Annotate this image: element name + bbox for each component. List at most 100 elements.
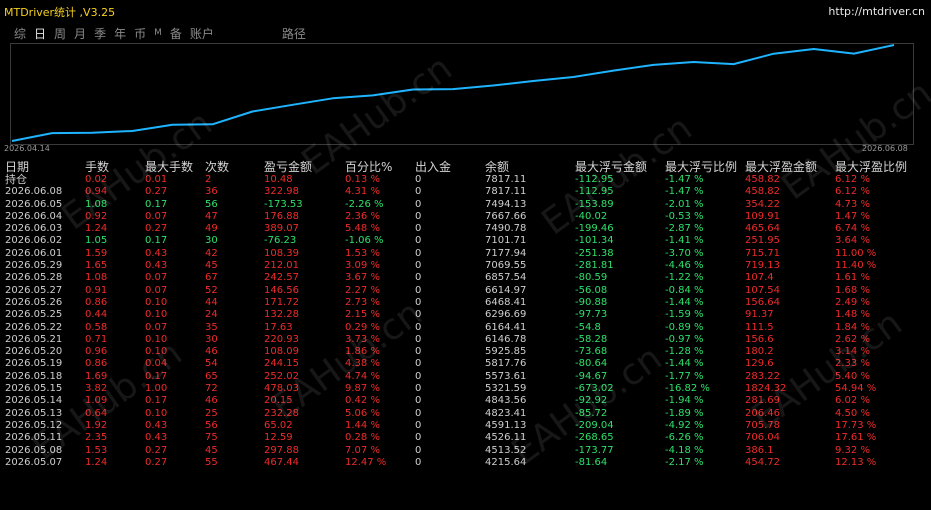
table-row[interactable]: 2026.05.26 0.86 0.10 44 171.72 2.73 % 0 6468.41…	[0, 297, 931, 309]
table-row[interactable]: 2026.05.18 1.69 0.17 65 252.02 4.74 % 0 5573.61…	[0, 371, 931, 383]
row-max-floating-profit: 156.6	[745, 333, 774, 345]
row-pnl: 242.57	[264, 272, 299, 284]
table-row[interactable]: 2026.05.07 1.24 0.27 55 467.44 12.47 % 0 4215.6…	[0, 457, 931, 469]
row-deposit-withdraw: 0	[415, 444, 422, 456]
row-max-floating-profit-pct: 6.12 %	[835, 186, 870, 198]
row-count: 45	[205, 444, 218, 456]
row-max-drawdown: -73.68	[575, 346, 608, 358]
row-pnl: 108.09	[264, 346, 299, 358]
table-row[interactable]: 2026.05.25 0.44 0.10 24 132.28 2.15 % 0 6296.69…	[0, 309, 931, 321]
table-row[interactable]: 2026.06.04 0.92 0.07 47 176.88 2.36 % 0 7667.66…	[0, 211, 931, 223]
table-row[interactable]: 2026.05.28 1.08 0.07 67 242.57 3.67 % 0 6857.54…	[0, 272, 931, 284]
table-row[interactable]: 2026.05.12 1.92 0.43 56 65.02 1.44 % 0 4591.13 -…	[0, 420, 931, 432]
header-count: 次数	[205, 160, 230, 174]
holding-row[interactable]: 持仓 0.02 0.01 2 10.48 0.13 % 0 7817.11 -1…	[0, 174, 931, 186]
header-max-floating-profit: 最大浮盈金额	[745, 160, 818, 174]
row-max-drawdown: -101.34	[575, 235, 614, 247]
row-lots: 0.58	[85, 321, 108, 333]
row-balance: 4526.11	[485, 432, 527, 444]
row-max-lots: 0.10	[145, 309, 168, 321]
row-count: 72	[205, 383, 218, 395]
table-row[interactable]: 2026.06.03 1.24 0.27 49 389.07 5.48 % 0 7490.78…	[0, 223, 931, 235]
table-row[interactable]: 2026.05.15 3.82 1.00 72 478.03 9.87 % 0 5321.59…	[0, 383, 931, 395]
row-pnl: 389.07	[264, 223, 299, 235]
row-balance: 4215.64	[485, 456, 527, 468]
row-count: 56	[205, 419, 218, 431]
table-row[interactable]: 2026.06.08 0.94 0.27 36 322.98 4.31 % 0 7817.11…	[0, 186, 931, 198]
row-pnl: 212.01	[264, 260, 299, 272]
row-lots: 1.08	[85, 272, 108, 284]
table-row[interactable]: 2026.05.21 0.71 0.10 30 220.93 3.73 % 0 6146.78…	[0, 334, 931, 346]
row-max-lots: 0.07	[145, 210, 168, 222]
table-row[interactable]: 2026.05.13 0.64 0.10 25 232.28 5.06 % 0 4823.41…	[0, 408, 931, 420]
row-max-drawdown-pct: -4.92 %	[665, 419, 704, 431]
table-row[interactable]: 2026.05.14 1.09 0.17 46 20.15 0.42 % 0 4843.56 -…	[0, 395, 931, 407]
row-count: 49	[205, 223, 218, 235]
row-lots: 1.59	[85, 247, 108, 259]
row-pnl: 171.72	[264, 296, 299, 308]
row-deposit-withdraw: 0	[415, 210, 422, 222]
table-row[interactable]: 2026.05.29 1.65 0.43 45 212.01 3.09 % 0 7069.55…	[0, 260, 931, 272]
table-row[interactable]: 2026.06.01 1.59 0.43 42 108.39 1.53 % 0 7177.94…	[0, 248, 931, 260]
row-pnl: 132.28	[264, 309, 299, 321]
site-url-link[interactable]: http://mtdriver.cn	[828, 5, 925, 18]
row-pnl: 12.59	[264, 432, 293, 444]
tab-account[interactable]: 账户	[190, 25, 214, 41]
row-max-drawdown-pct: -4.46 %	[665, 260, 704, 272]
tab-path[interactable]: 路径	[282, 25, 306, 41]
row-max-drawdown: -81.64	[575, 456, 608, 468]
row-max-floating-profit: 156.64	[745, 296, 780, 308]
table-row[interactable]: 2026.06.02 1.05 0.17 30 -76.23 -1.06 % 0 7101.7…	[0, 235, 931, 247]
row-max-drawdown: -85.72	[575, 407, 608, 419]
row-max-floating-profit-pct: 2.33 %	[835, 358, 870, 370]
table-row[interactable]: 2026.06.05 1.08 0.17 56 -173.53 -2.26 % 0 7494.…	[0, 199, 931, 211]
row-max-drawdown: -40.02	[575, 210, 608, 222]
period-tabs: 综 日 周 月 季 年 币 M 备 账户 路径	[14, 25, 314, 41]
row-pct: 1.86 %	[345, 346, 380, 358]
row-deposit-withdraw: 0	[415, 407, 422, 419]
row-pnl: 467.44	[264, 456, 299, 468]
row-deposit-withdraw: 0	[415, 419, 422, 431]
row-balance: 5573.61	[485, 370, 527, 382]
row-pct: 1.53 %	[345, 247, 380, 259]
row-balance: 6614.97	[485, 284, 527, 296]
tab-daily[interactable]: 日	[34, 25, 46, 41]
table-row[interactable]: 2026.05.08 1.53 0.27 45 297.88 7.07 % 0 4513.52…	[0, 445, 931, 457]
row-pct: 5.06 %	[345, 407, 380, 419]
row-pnl: 322.98	[264, 186, 299, 198]
tab-weekly[interactable]: 周	[54, 25, 66, 41]
row-deposit-withdraw: 0	[415, 333, 422, 345]
table-row[interactable]: 2026.05.27 0.91 0.07 52 146.56 2.27 % 0 6614.97…	[0, 285, 931, 297]
row-balance: 5321.59	[485, 383, 527, 395]
table-row[interactable]: 2026.05.20 0.96 0.10 46 108.09 1.86 % 0 5925.85…	[0, 346, 931, 358]
row-lots: 3.82	[85, 383, 108, 395]
row-pnl: -173.53	[264, 198, 303, 210]
tab-summary[interactable]: 综	[14, 25, 26, 41]
table-row[interactable]: 2026.05.19 0.86 0.04 54 244.15 4.38 % 0 5817.76…	[0, 358, 931, 370]
row-deposit-withdraw: 0	[415, 247, 422, 259]
table-row[interactable]: 2026.05.11 2.35 0.43 75 12.59 0.28 % 0 4526.11 -…	[0, 432, 931, 444]
tab-yearly[interactable]: 年	[114, 25, 126, 41]
tab-monthly[interactable]: 月	[74, 25, 86, 41]
tab-notes[interactable]: 备	[170, 25, 182, 41]
tab-m[interactable]: M	[154, 25, 162, 41]
row-max-floating-profit: 706.04	[745, 432, 780, 444]
row-max-floating-profit-pct: 5.40 %	[835, 370, 870, 382]
header-deposit-withdraw: 出入金	[415, 160, 452, 174]
tab-currency[interactable]: 币	[134, 25, 146, 41]
table-row[interactable]: 2026.05.22 0.58 0.07 35 17.63 0.29 % 0 6164.41 -…	[0, 322, 931, 334]
row-max-drawdown-pct: -1.41 %	[665, 235, 704, 247]
row-deposit-withdraw: 0	[415, 456, 422, 468]
row-deposit-withdraw: 0	[415, 186, 422, 198]
row-max-drawdown: -268.65	[575, 432, 614, 444]
tab-quarterly[interactable]: 季	[94, 25, 106, 41]
row-lots: 1.65	[85, 260, 108, 272]
row-deposit-withdraw: 0	[415, 235, 422, 247]
row-count: 56	[205, 198, 218, 210]
stats-table-body: 持仓 0.02 0.01 2 10.48 0.13 % 0 7817.11 -1…	[0, 174, 931, 469]
row-max-lots: 0.27	[145, 223, 168, 235]
row-max-drawdown: -54.8	[575, 321, 601, 333]
holding-max-lots: 0.01	[145, 174, 168, 185]
row-max-drawdown-pct: -6.26 %	[665, 432, 704, 444]
row-max-drawdown: -281.81	[575, 260, 614, 272]
